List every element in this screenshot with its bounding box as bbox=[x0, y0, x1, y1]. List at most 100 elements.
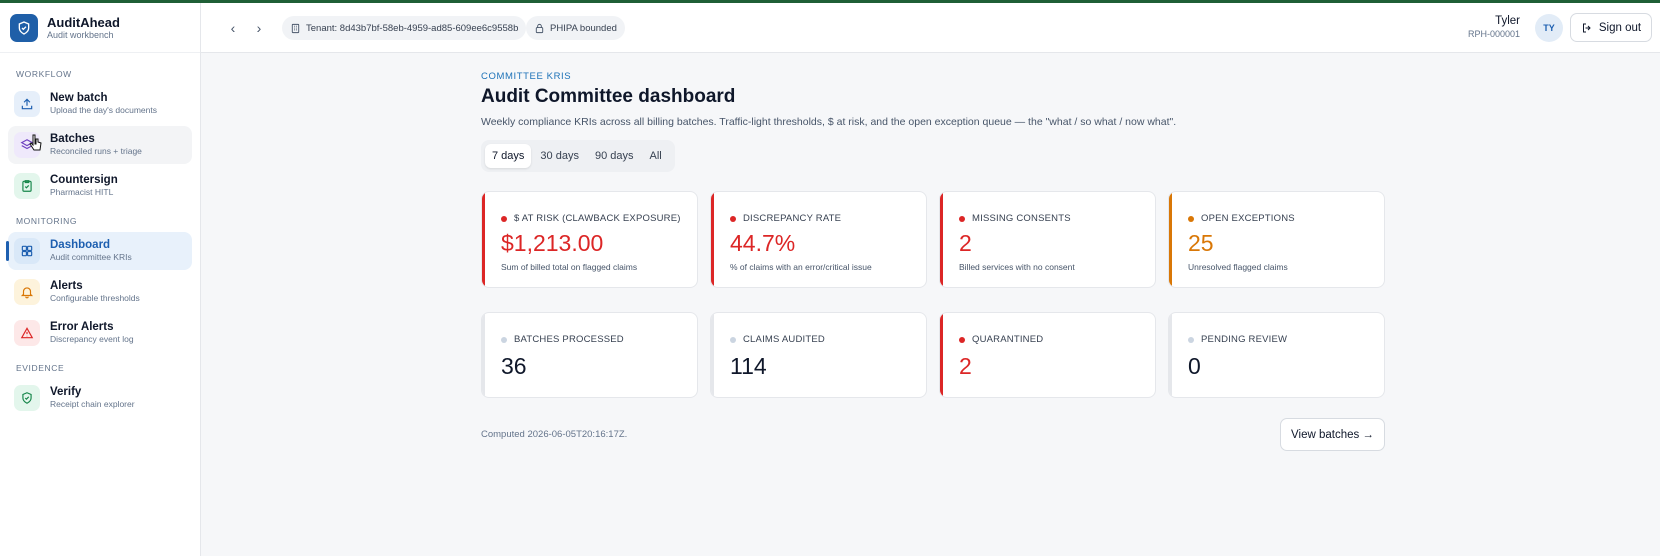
card-accent bbox=[940, 192, 943, 287]
lock-icon bbox=[535, 23, 544, 33]
status-dot bbox=[730, 215, 736, 222]
sidebar-item-title: Dashboard bbox=[50, 239, 111, 251]
sidebar-item-title: Batches bbox=[50, 133, 95, 145]
count-value: 36 bbox=[501, 353, 527, 379]
sidebar-item-title: Error Alerts bbox=[50, 321, 114, 333]
upload-icon bbox=[14, 91, 40, 117]
sidebar-item-countersign[interactable]: Countersign Pharmacist HITL bbox=[8, 167, 192, 205]
page-title: Audit Committee dashboard bbox=[481, 86, 736, 107]
range-tab-90-days[interactable]: 90 days bbox=[588, 144, 641, 168]
section-label-workflow: WORKFLOW bbox=[16, 69, 72, 79]
count-card-claims-audited[interactable]: CLAIMS AUDITED 114 bbox=[710, 312, 927, 398]
kpi-value: $1,213.00 bbox=[501, 230, 604, 256]
privacy-chip: PHIPA bounded bbox=[526, 16, 625, 40]
sign-out-label: Sign out bbox=[1598, 21, 1642, 34]
kpi-subtitle: Billed services with no consent bbox=[959, 262, 1075, 272]
user-info: Tyler RPH-000001 bbox=[1468, 14, 1520, 40]
kpi-label: OPEN EXCEPTIONS bbox=[1201, 213, 1295, 224]
count-value: 0 bbox=[1188, 353, 1201, 379]
kpi-value: 44.7% bbox=[730, 230, 796, 256]
computed-timestamp: Computed 2026-06-05T20:16:17Z. bbox=[481, 429, 628, 440]
kpi-value: 25 bbox=[1188, 230, 1214, 256]
shield-check-icon bbox=[14, 385, 40, 411]
range-tab-30-days[interactable]: 30 days bbox=[533, 144, 586, 168]
sidebar-item-subtitle: Reconciled runs + triage bbox=[50, 146, 142, 156]
count-value: 114 bbox=[730, 353, 767, 379]
warning-triangle-icon bbox=[14, 320, 40, 346]
status-dot bbox=[1188, 215, 1194, 222]
sidebar-item-subtitle: Upload the day's documents bbox=[50, 105, 157, 115]
section-label-evidence: EVIDENCE bbox=[16, 363, 65, 373]
sidebar-item-dashboard[interactable]: Dashboard Audit committee KRIs bbox=[6, 232, 192, 270]
card-accent bbox=[940, 313, 943, 397]
card-accent bbox=[1169, 313, 1172, 397]
count-card-quarantined[interactable]: QUARANTINED 2 bbox=[939, 312, 1156, 398]
card-accent bbox=[711, 313, 714, 397]
brand[interactable]: AuditAhead Audit workbench bbox=[0, 3, 200, 53]
app-name: AuditAhead bbox=[47, 14, 120, 30]
sidebar-item-verify[interactable]: Verify Receipt chain explorer bbox=[8, 379, 192, 417]
range-tab-all[interactable]: All bbox=[642, 144, 668, 168]
count-label: CLAIMS AUDITED bbox=[743, 334, 825, 345]
kpi-card-open-exceptions[interactable]: OPEN EXCEPTIONS 25 Unresolved flagged cl… bbox=[1168, 191, 1385, 288]
avatar[interactable]: TY bbox=[1535, 14, 1563, 42]
sidebar: AuditAhead Audit workbench WORKFLOW New … bbox=[0, 3, 201, 556]
count-value: 2 bbox=[959, 353, 972, 379]
sidebar-item-new-batch[interactable]: New batch Upload the day's documents bbox=[8, 85, 192, 123]
tenant-chip[interactable]: Tenant: 8d43b7bf-58eb-4959-ad85-609ee6c9… bbox=[282, 16, 527, 40]
tenant-id: Tenant: 8d43b7bf-58eb-4959-ad85-609ee6c9… bbox=[306, 22, 519, 34]
sidebar-item-error-alerts[interactable]: Error Alerts Discrepancy event log bbox=[8, 314, 192, 352]
kpi-card-discrepancy-rate[interactable]: DISCREPANCY RATE 44.7% % of claims with … bbox=[710, 191, 927, 288]
kpi-card-missing-consents[interactable]: MISSING CONSENTS 2 Billed services with … bbox=[939, 191, 1156, 288]
status-dot bbox=[730, 336, 736, 343]
kpi-subtitle: % of claims with an error/critical issue bbox=[730, 262, 872, 272]
status-dot bbox=[959, 336, 965, 343]
view-batches-button[interactable]: View batches → bbox=[1280, 418, 1385, 451]
top-header: ‹ › Tenant: 8d43b7bf-58eb-4959-ad85-609e… bbox=[201, 3, 1660, 53]
forward-arrow-icon[interactable]: › bbox=[249, 18, 269, 38]
app-subtitle: Audit workbench bbox=[47, 29, 114, 40]
kpi-value: 2 bbox=[959, 230, 972, 256]
kpi-subtitle: Sum of billed total on flagged claims bbox=[501, 262, 638, 272]
time-range-selector: 7 days 30 days 90 days All bbox=[481, 140, 675, 172]
bell-icon bbox=[14, 279, 40, 305]
card-accent bbox=[482, 192, 485, 287]
sign-out-button[interactable]: Sign out bbox=[1570, 13, 1652, 42]
count-label: QUARANTINED bbox=[972, 334, 1044, 345]
count-card-pending-review[interactable]: PENDING REVIEW 0 bbox=[1168, 312, 1385, 398]
sidebar-nav: WORKFLOW New batch Upload the day's docu… bbox=[0, 53, 200, 417]
page-eyebrow: COMMITTEE KRIS bbox=[481, 71, 572, 82]
privacy-label: PHIPA bounded bbox=[550, 22, 617, 34]
range-tab-7-days[interactable]: 7 days bbox=[485, 144, 532, 168]
card-accent bbox=[711, 192, 714, 287]
count-label: PENDING REVIEW bbox=[1201, 334, 1288, 345]
sidebar-item-title: Countersign bbox=[50, 174, 118, 186]
user-name: Tyler bbox=[1495, 15, 1520, 27]
sidebar-item-subtitle: Receipt chain explorer bbox=[50, 399, 135, 409]
kpi-subtitle: Unresolved flagged claims bbox=[1188, 262, 1288, 272]
sidebar-item-title: Alerts bbox=[50, 280, 83, 292]
back-arrow-icon[interactable]: ‹ bbox=[223, 18, 243, 38]
page-description: Weekly compliance KRIs across all billin… bbox=[481, 116, 1177, 128]
sidebar-item-title: Verify bbox=[50, 386, 82, 398]
kpi-card-at-risk[interactable]: $ AT RISK (CLAWBACK EXPOSURE) $1,213.00 … bbox=[481, 191, 698, 288]
mouse-cursor-icon bbox=[29, 134, 42, 151]
sidebar-item-title: New batch bbox=[50, 92, 108, 104]
sidebar-item-subtitle: Audit committee KRIs bbox=[50, 252, 132, 262]
count-label: BATCHES PROCESSED bbox=[514, 334, 624, 345]
count-card-batches-processed[interactable]: BATCHES PROCESSED 36 bbox=[481, 312, 698, 398]
sidebar-item-alerts[interactable]: Alerts Configurable thresholds bbox=[8, 273, 192, 311]
status-dot bbox=[1188, 336, 1194, 343]
sidebar-item-subtitle: Discrepancy event log bbox=[50, 334, 134, 344]
section-label-monitoring: MONITORING bbox=[16, 216, 78, 226]
dashboard-grid-icon bbox=[14, 238, 40, 264]
clipboard-check-icon bbox=[14, 173, 40, 199]
sign-out-icon bbox=[1582, 23, 1591, 32]
kpi-label: DISCREPANCY RATE bbox=[743, 213, 842, 224]
sidebar-item-subtitle: Pharmacist HITL bbox=[50, 187, 114, 197]
status-dot bbox=[501, 336, 507, 343]
user-id: RPH-000001 bbox=[1467, 29, 1520, 39]
building-icon bbox=[291, 23, 300, 33]
sidebar-item-subtitle: Configurable thresholds bbox=[50, 293, 140, 303]
card-accent bbox=[482, 313, 485, 397]
